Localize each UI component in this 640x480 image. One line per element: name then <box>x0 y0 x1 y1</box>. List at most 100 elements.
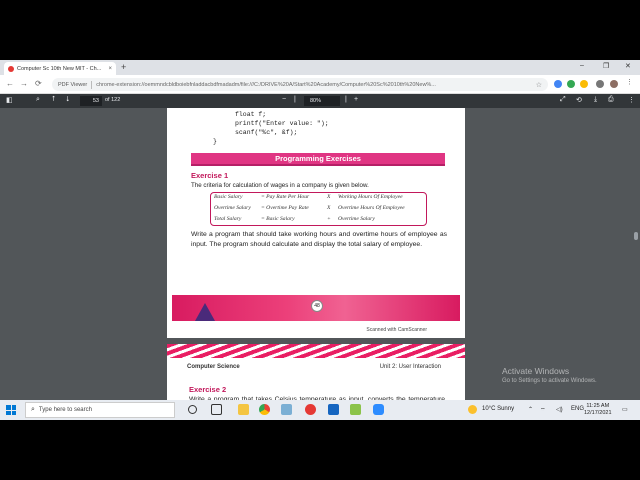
formula-row: Overtime Salary = Overtime Pay Rate X Ov… <box>214 205 426 215</box>
tray-chevron-icon[interactable]: ⌃ <box>528 406 533 413</box>
scrollbar-thumb[interactable] <box>634 232 638 240</box>
bookmark-star-icon[interactable]: ☆ <box>536 81 542 89</box>
omnibox-divider <box>91 80 93 89</box>
opera-icon[interactable] <box>305 404 316 415</box>
code-line: float f; <box>235 111 267 118</box>
formula-row: Basic Salary = Pay Rate Per Hour X Worki… <box>214 194 426 204</box>
formula-term: = Overtime Pay Rate <box>261 205 309 211</box>
previous-page-icon[interactable]: ⭡ <box>52 96 55 104</box>
tab-close-icon[interactable]: × <box>108 66 112 72</box>
language-indicator[interactable]: ENG <box>571 406 584 412</box>
scanner-note: Scanned with CamScanner <box>366 327 427 333</box>
formula-operator: X <box>327 205 331 211</box>
clock-time: 11:25 AM <box>586 403 610 409</box>
notifications-icon[interactable]: ▭ <box>622 406 628 413</box>
taskbar: ⌕ Type here to search 10°C Sunny ⌃ ⌔ ◁) … <box>0 400 640 420</box>
next-page-icon[interactable]: ⭣ <box>66 96 69 104</box>
back-button[interactable]: ← <box>6 79 14 88</box>
header-unit: Unit 2: User Interaction <box>379 364 441 370</box>
chrome-icon[interactable] <box>259 404 270 415</box>
page-number: 48 <box>311 300 323 312</box>
page-header-stripe <box>167 344 465 358</box>
zoom-app-icon[interactable] <box>373 404 384 415</box>
profile-avatar[interactable] <box>610 80 618 88</box>
header-subject: Computer Science <box>187 364 240 370</box>
reload-button[interactable]: ⟳ <box>35 79 42 88</box>
page-header: Computer Science Unit 2: User Interactio… <box>167 364 465 373</box>
section-banner-title: Programming Exercises <box>275 154 361 163</box>
browser-tab[interactable]: Computer Sc 10th New MIT - Ch... × <box>4 62 116 75</box>
cortana-icon[interactable] <box>188 405 197 414</box>
zoom-divider: | <box>294 96 296 103</box>
formula-term: Overtime Salary <box>214 205 251 211</box>
minimize-button[interactable]: – <box>580 62 584 69</box>
formula-term: = Pay Rate Per Hour <box>261 194 310 200</box>
tab-strip: Computer Sc 10th New MIT - Ch... × + – ❐… <box>0 60 640 75</box>
url-text[interactable]: chrome-extension://oemmndcbldboiebfnladd… <box>96 82 531 88</box>
watermark-title: Activate Windows <box>502 366 570 376</box>
formula-operator: X <box>327 194 331 200</box>
app-icon[interactable] <box>328 404 339 415</box>
extension-icon[interactable] <box>580 80 588 88</box>
formula-box: Basic Salary = Pay Rate Per Hour X Worki… <box>210 192 427 226</box>
code-line: } <box>213 138 217 145</box>
fit-page-icon[interactable]: ⤢ <box>560 96 566 104</box>
sidebar-toggle-icon[interactable]: ◧ <box>6 96 13 104</box>
app-icon[interactable] <box>350 404 361 415</box>
footer-decoration <box>195 303 215 321</box>
network-icon[interactable]: ⌔ <box>540 406 546 414</box>
formula-term: Total Salary <box>214 216 242 222</box>
tab-favicon-icon <box>8 65 14 72</box>
exercise-title: Exercise 1 <box>191 171 229 180</box>
file-explorer-icon[interactable] <box>238 404 249 415</box>
pdf-viewer-chip[interactable]: PDF Viewer <box>58 82 87 88</box>
extension-icon[interactable] <box>567 80 575 88</box>
screen: Computer Sc 10th New MIT - Ch... × + – ❐… <box>0 60 640 420</box>
taskbar-search[interactable]: ⌕ Type here to search <box>25 402 175 418</box>
pdf-page: float f; printf("Enter value: "); scanf(… <box>167 108 465 338</box>
zoom-out-button[interactable]: − <box>282 96 286 103</box>
download-icon[interactable]: ⤓ <box>594 96 597 104</box>
formula-term: Overtime Salary <box>338 216 375 222</box>
more-actions-icon[interactable]: ⋮ <box>628 96 635 104</box>
formula-operator: + <box>327 216 331 222</box>
windows-start-icon[interactable] <box>6 405 16 415</box>
clock[interactable]: 11:25 AM 12/17/2021 <box>584 403 612 417</box>
watermark-subtitle: Go to Settings to activate Windows. <box>502 378 597 384</box>
app-icon[interactable] <box>281 404 292 415</box>
exercise-intro: The criteria for calculation of wages in… <box>191 182 369 189</box>
section-banner: Programming Exercises <box>191 153 445 166</box>
zoom-input[interactable]: 80% <box>304 96 340 106</box>
search-placeholder: Type here to search <box>38 407 92 413</box>
forward-button[interactable]: → <box>20 79 28 88</box>
zoom-in-button[interactable]: + <box>354 96 358 103</box>
rotate-icon[interactable]: ⟲ <box>576 96 582 104</box>
volume-icon[interactable]: ◁) <box>556 406 563 413</box>
restore-button[interactable]: ❐ <box>603 62 609 70</box>
exercise-paragraph: Write a program that should take working… <box>191 231 447 248</box>
clock-date: 12/17/2021 <box>584 410 612 416</box>
formula-term: Working Hours Of Employee <box>338 194 403 200</box>
page-number-input[interactable]: 53 <box>80 96 102 106</box>
address-bar-row: ← → ⟳ PDF Viewer chrome-extension://oemm… <box>0 75 640 94</box>
extension-icon[interactable] <box>554 80 562 88</box>
exercise-title: Exercise 2 <box>189 385 227 394</box>
formula-term: = Basic Salary <box>261 216 295 222</box>
weather-icon <box>468 405 477 414</box>
formula-row: Total Salary = Basic Salary + Overtime S… <box>214 216 426 226</box>
print-icon[interactable]: ⎙ <box>608 96 614 104</box>
extensions-puzzle-icon[interactable] <box>596 80 604 88</box>
zoom-divider: | <box>345 96 347 103</box>
search-icon: ⌕ <box>31 406 35 413</box>
code-line: scanf("%c", &f); <box>235 129 298 136</box>
weather-text[interactable]: 10°C Sunny <box>482 406 514 412</box>
pdf-toolbar: ◧ ⌕ ⭡ ⭣ 53 of 122 − | 80% | + ⤢ ⟲ ⤓ ⎙ ⋮ <box>0 94 640 108</box>
menu-icon[interactable]: ⋮ <box>626 78 634 86</box>
omnibox[interactable]: PDF Viewer chrome-extension://oemmndcbld… <box>52 78 548 91</box>
task-view-icon[interactable] <box>211 404 222 415</box>
formula-term: Overtime Hours Of Employee <box>338 205 405 211</box>
close-window-button[interactable]: ✕ <box>625 62 631 70</box>
tab-title: Computer Sc 10th New MIT - Ch... <box>17 65 102 72</box>
new-tab-button[interactable]: + <box>121 62 126 72</box>
search-icon[interactable]: ⌕ <box>36 96 40 104</box>
